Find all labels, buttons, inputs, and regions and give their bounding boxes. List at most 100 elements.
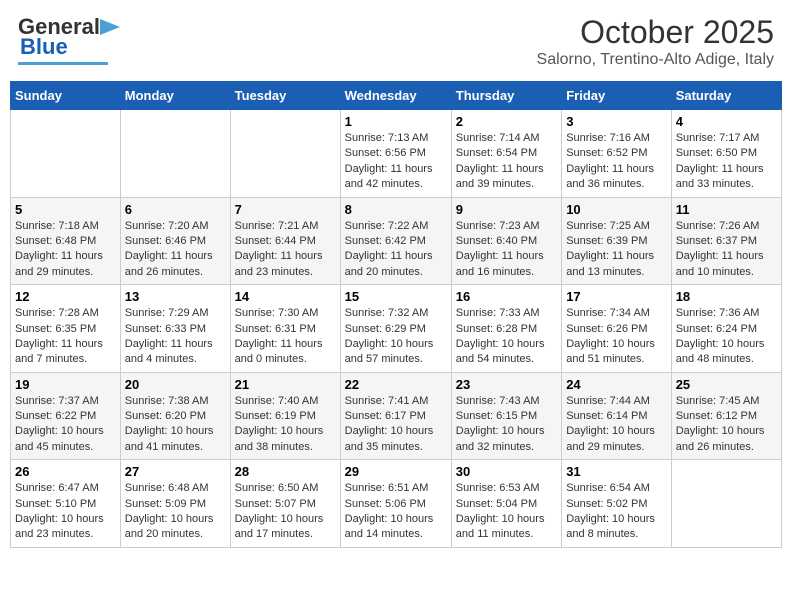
day-info: Sunrise: 7:40 AM Sunset: 6:19 PM Dayligh… (235, 395, 324, 453)
calendar-cell: 16 Sunrise: 7:33 AM Sunset: 6:28 PM Dayli… (451, 285, 561, 373)
calendar-cell: 24Sunrise: 7:44 AM Sunset: 6:14 PM Dayli… (562, 372, 672, 460)
day-number: 29 (345, 464, 447, 479)
calendar-cell: 30Sunrise: 6:53 AM Sunset: 5:04 PM Dayli… (451, 460, 561, 548)
page-title: October 2025 (537, 14, 774, 51)
calendar-cell: 12 Sunrise: 7:28 AM Sunset: 6:35 PM Dayli… (11, 285, 121, 373)
day-number: 20 (125, 377, 226, 392)
day-number: 9 (456, 202, 557, 217)
calendar-cell: 6 Sunrise: 7:20 AM Sunset: 6:46 PM Daylig… (120, 197, 230, 285)
day-number: 23 (456, 377, 557, 392)
calendar-table: SundayMondayTuesdayWednesdayThursdayFrid… (10, 81, 782, 548)
day-number: 4 (676, 114, 777, 129)
day-number: 8 (345, 202, 447, 217)
calendar-cell (230, 110, 340, 198)
day-number: 12 (15, 289, 116, 304)
day-info: Sunrise: 7:13 AM Sunset: 6:56 PM Dayligh… (345, 132, 433, 190)
day-info: Sunrise: 7:33 AM Sunset: 6:28 PM Dayligh… (456, 307, 545, 365)
calendar-cell: 15Sunrise: 7:32 AM Sunset: 6:29 PM Dayli… (340, 285, 451, 373)
day-info: Sunrise: 6:54 AM Sunset: 5:02 PM Dayligh… (566, 482, 655, 540)
calendar-week-row: 5Sunrise: 7:18 AM Sunset: 6:48 PM Daylig… (11, 197, 782, 285)
day-number: 11 (676, 202, 777, 217)
calendar-cell: 29 Sunrise: 6:51 AM Sunset: 5:06 PM Dayli… (340, 460, 451, 548)
logo-underline (18, 62, 108, 65)
calendar-cell: 18 Sunrise: 7:36 AM Sunset: 6:24 PM Dayli… (671, 285, 781, 373)
day-info: Sunrise: 7:32 AM Sunset: 6:29 PM Dayligh… (345, 307, 434, 365)
day-info: Sunrise: 6:50 AM Sunset: 5:07 PM Dayligh… (235, 482, 324, 540)
day-number: 19 (15, 377, 116, 392)
day-info: Sunrise: 7:23 AM Sunset: 6:40 PM Dayligh… (456, 220, 544, 278)
calendar-cell (120, 110, 230, 198)
calendar-cell: 19Sunrise: 7:37 AM Sunset: 6:22 PM Dayli… (11, 372, 121, 460)
day-info: Sunrise: 7:38 AM Sunset: 6:20 PM Dayligh… (125, 395, 214, 453)
calendar-cell: 5Sunrise: 7:18 AM Sunset: 6:48 PM Daylig… (11, 197, 121, 285)
calendar-cell: 1 Sunrise: 7:13 AM Sunset: 6:56 PM Daylig… (340, 110, 451, 198)
title-block: October 2025 Salorno, Trentino-Alto Adig… (537, 14, 774, 69)
day-info: Sunrise: 7:36 AM Sunset: 6:24 PM Dayligh… (676, 307, 765, 365)
calendar-cell: 14 Sunrise: 7:30 AM Sunset: 6:31 PM Dayli… (230, 285, 340, 373)
calendar-cell: 21Sunrise: 7:40 AM Sunset: 6:19 PM Dayli… (230, 372, 340, 460)
day-number: 7 (235, 202, 336, 217)
calendar-cell: 17 Sunrise: 7:34 AM Sunset: 6:26 PM Dayli… (562, 285, 672, 373)
day-info: Sunrise: 7:29 AM Sunset: 6:33 PM Dayligh… (125, 307, 213, 365)
calendar-cell: 8 Sunrise: 7:22 AM Sunset: 6:42 PM Daylig… (340, 197, 451, 285)
calendar-header-row: SundayMondayTuesdayWednesdayThursdayFrid… (11, 82, 782, 110)
day-info: Sunrise: 6:47 AM Sunset: 5:10 PM Dayligh… (15, 482, 104, 540)
day-info: Sunrise: 7:16 AM Sunset: 6:52 PM Dayligh… (566, 132, 654, 190)
calendar-cell: 22 Sunrise: 7:41 AM Sunset: 6:17 PM Dayli… (340, 372, 451, 460)
calendar-cell (11, 110, 121, 198)
calendar-week-row: 26 Sunrise: 6:47 AM Sunset: 5:10 PM Dayli… (11, 460, 782, 548)
calendar-week-row: 12 Sunrise: 7:28 AM Sunset: 6:35 PM Dayli… (11, 285, 782, 373)
calendar-cell: 9 Sunrise: 7:23 AM Sunset: 6:40 PM Daylig… (451, 197, 561, 285)
day-number: 16 (456, 289, 557, 304)
day-number: 22 (345, 377, 447, 392)
calendar-cell: 20 Sunrise: 7:38 AM Sunset: 6:20 PM Dayli… (120, 372, 230, 460)
header-sunday: Sunday (11, 82, 121, 110)
calendar-cell: 2 Sunrise: 7:14 AM Sunset: 6:54 PM Daylig… (451, 110, 561, 198)
header-wednesday: Wednesday (340, 82, 451, 110)
day-info: Sunrise: 7:25 AM Sunset: 6:39 PM Dayligh… (566, 220, 654, 278)
header-thursday: Thursday (451, 82, 561, 110)
page-subtitle: Salorno, Trentino-Alto Adige, Italy (537, 51, 774, 69)
day-info: Sunrise: 6:48 AM Sunset: 5:09 PM Dayligh… (125, 482, 214, 540)
day-number: 14 (235, 289, 336, 304)
day-number: 13 (125, 289, 226, 304)
calendar-cell: 26 Sunrise: 6:47 AM Sunset: 5:10 PM Dayli… (11, 460, 121, 548)
calendar-cell: 13 Sunrise: 7:29 AM Sunset: 6:33 PM Dayli… (120, 285, 230, 373)
day-info: Sunrise: 7:21 AM Sunset: 6:44 PM Dayligh… (235, 220, 323, 278)
calendar-cell: 10 Sunrise: 7:25 AM Sunset: 6:39 PM Dayli… (562, 197, 672, 285)
calendar-cell: 28 Sunrise: 6:50 AM Sunset: 5:07 PM Dayli… (230, 460, 340, 548)
day-info: Sunrise: 7:41 AM Sunset: 6:17 PM Dayligh… (345, 395, 434, 453)
day-info: Sunrise: 7:45 AM Sunset: 6:12 PM Dayligh… (676, 395, 765, 453)
day-info: Sunrise: 7:30 AM Sunset: 6:31 PM Dayligh… (235, 307, 323, 365)
logo: General Blue (18, 14, 130, 65)
day-info: Sunrise: 7:43 AM Sunset: 6:15 PM Dayligh… (456, 395, 545, 453)
calendar-cell (671, 460, 781, 548)
day-number: 24 (566, 377, 667, 392)
day-info: Sunrise: 6:51 AM Sunset: 5:06 PM Dayligh… (345, 482, 434, 540)
header-tuesday: Tuesday (230, 82, 340, 110)
header-friday: Friday (562, 82, 672, 110)
day-number: 31 (566, 464, 667, 479)
day-info: Sunrise: 7:20 AM Sunset: 6:46 PM Dayligh… (125, 220, 213, 278)
day-number: 6 (125, 202, 226, 217)
day-info: Sunrise: 7:22 AM Sunset: 6:42 PM Dayligh… (345, 220, 433, 278)
day-number: 5 (15, 202, 116, 217)
day-number: 2 (456, 114, 557, 129)
day-info: Sunrise: 7:34 AM Sunset: 6:26 PM Dayligh… (566, 307, 655, 365)
page-header: General Blue October 2025 Salorno, Trent… (10, 10, 782, 73)
day-number: 26 (15, 464, 116, 479)
day-number: 1 (345, 114, 447, 129)
day-info: Sunrise: 7:26 AM Sunset: 6:37 PM Dayligh… (676, 220, 764, 278)
day-info: Sunrise: 7:14 AM Sunset: 6:54 PM Dayligh… (456, 132, 544, 190)
day-number: 18 (676, 289, 777, 304)
day-number: 3 (566, 114, 667, 129)
calendar-week-row: 19Sunrise: 7:37 AM Sunset: 6:22 PM Dayli… (11, 372, 782, 460)
day-info: Sunrise: 7:28 AM Sunset: 6:35 PM Dayligh… (15, 307, 103, 365)
day-number: 28 (235, 464, 336, 479)
header-monday: Monday (120, 82, 230, 110)
calendar-cell: 11 Sunrise: 7:26 AM Sunset: 6:37 PM Dayli… (671, 197, 781, 285)
logo-arrow-icon (100, 15, 130, 39)
calendar-cell: 7 Sunrise: 7:21 AM Sunset: 6:44 PM Daylig… (230, 197, 340, 285)
day-number: 10 (566, 202, 667, 217)
day-number: 17 (566, 289, 667, 304)
